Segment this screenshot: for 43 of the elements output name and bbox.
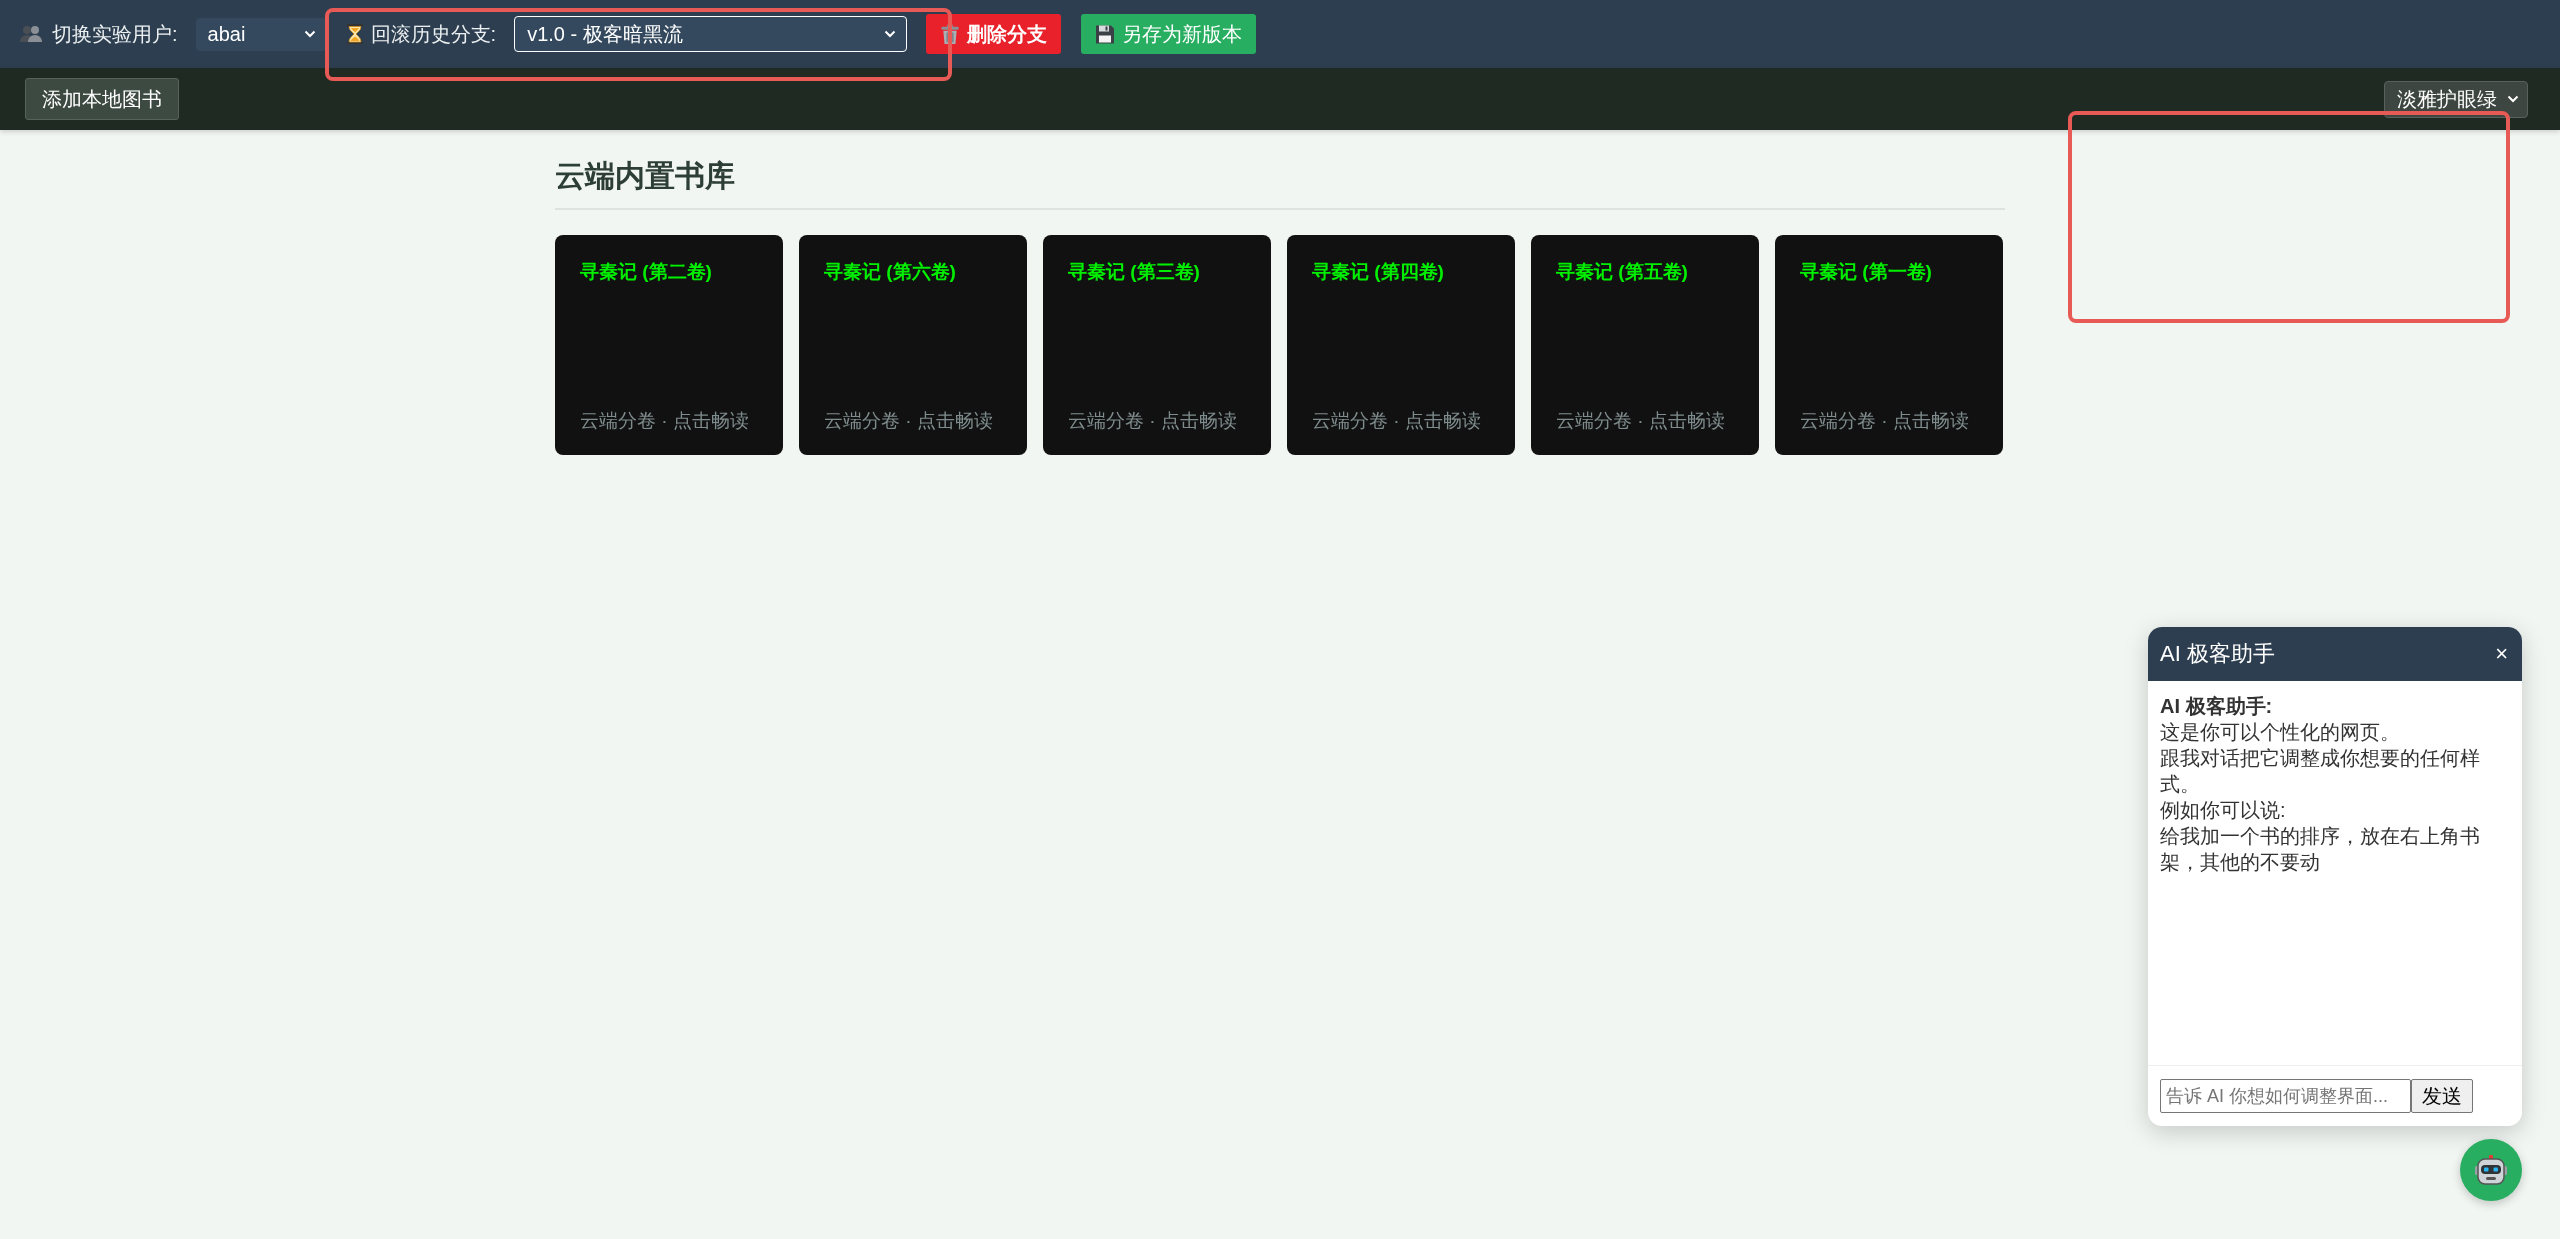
send-button[interactable]: 发送 bbox=[2411, 1079, 2473, 1113]
book-title: 寻秦记 (第一卷) bbox=[1800, 260, 1933, 284]
robot-icon bbox=[2474, 1154, 2508, 1186]
hourglass-icon bbox=[346, 24, 363, 44]
message-text: 这是你可以个性化的网页。 bbox=[2160, 720, 2401, 745]
close-button[interactable]: × bbox=[2493, 642, 2510, 666]
book-subtitle: 云端分卷 · 点击畅读 bbox=[824, 409, 994, 433]
branch-select[interactable]: v1.0 - 极客暗黑流 bbox=[514, 16, 908, 52]
people-icon bbox=[20, 24, 42, 44]
message-text: 给我加一个书的排序，放在右上角书架，其他的不要动 bbox=[2160, 824, 2481, 875]
chevron-down-icon bbox=[884, 30, 897, 38]
book-card[interactable]: 寻秦记 (第三卷) 云端分卷 · 点击畅读 bbox=[1043, 235, 1271, 455]
book-subtitle: 云端分卷 · 点击畅读 bbox=[1068, 409, 1238, 433]
book-title: 寻秦记 (第三卷) bbox=[1068, 260, 1201, 284]
message-sender: AI 极客助手: bbox=[2160, 694, 2274, 719]
book-subtitle: 云端分卷 · 点击畅读 bbox=[580, 409, 750, 433]
branch-label: 回滚历史分支: bbox=[370, 21, 497, 47]
book-card[interactable]: 寻秦记 (第五卷) 云端分卷 · 点击畅读 bbox=[1531, 235, 1759, 455]
chevron-down-icon bbox=[2507, 95, 2519, 103]
section-heading: 云端内置书库 bbox=[555, 158, 2005, 210]
user-label: 切换实验用户: bbox=[52, 21, 178, 47]
book-title: 寻秦记 (第五卷) bbox=[1556, 260, 1689, 284]
trash-icon bbox=[940, 23, 961, 45]
user-select[interactable]: abai bbox=[195, 17, 326, 51]
add-book-button[interactable]: 添加本地图书 bbox=[25, 78, 179, 120]
book-title: 寻秦记 (第二卷) bbox=[580, 260, 713, 284]
delete-button[interactable]: 删除分支 bbox=[926, 14, 1062, 54]
chat-title: AI 极客助手 bbox=[2160, 640, 2275, 668]
book-card[interactable]: 寻秦记 (第四卷) 云端分卷 · 点击畅读 bbox=[1287, 235, 1515, 455]
book-card[interactable]: 寻秦记 (第六卷) 云端分卷 · 点击畅读 bbox=[799, 235, 1027, 455]
book-subtitle: 云端分卷 · 点击畅读 bbox=[1312, 409, 1482, 433]
message-text: 例如你可以说: bbox=[2160, 798, 2287, 823]
book-card[interactable]: 寻秦记 (第二卷) 云端分卷 · 点击畅读 bbox=[555, 235, 783, 455]
book-subtitle: 云端分卷 · 点击畅读 bbox=[1800, 409, 1970, 433]
book-title: 寻秦记 (第六卷) bbox=[824, 260, 957, 284]
theme-select[interactable]: 淡雅护眼绿 bbox=[2384, 80, 2528, 118]
book-title: 寻秦记 (第四卷) bbox=[1312, 260, 1445, 284]
book-card[interactable]: 寻秦记 (第一卷) 云端分卷 · 点击畅读 bbox=[1775, 235, 2003, 455]
chevron-down-icon bbox=[303, 30, 316, 38]
chat-input[interactable]: 告诉 AI 你想如何调整界面... bbox=[2160, 1079, 2411, 1113]
message-text: 跟我对话把它调整成你想要的任何样式。 bbox=[2160, 746, 2481, 797]
chat-toggle-button[interactable] bbox=[2460, 1139, 2522, 1201]
book-subtitle: 云端分卷 · 点击畅读 bbox=[1556, 409, 1726, 433]
